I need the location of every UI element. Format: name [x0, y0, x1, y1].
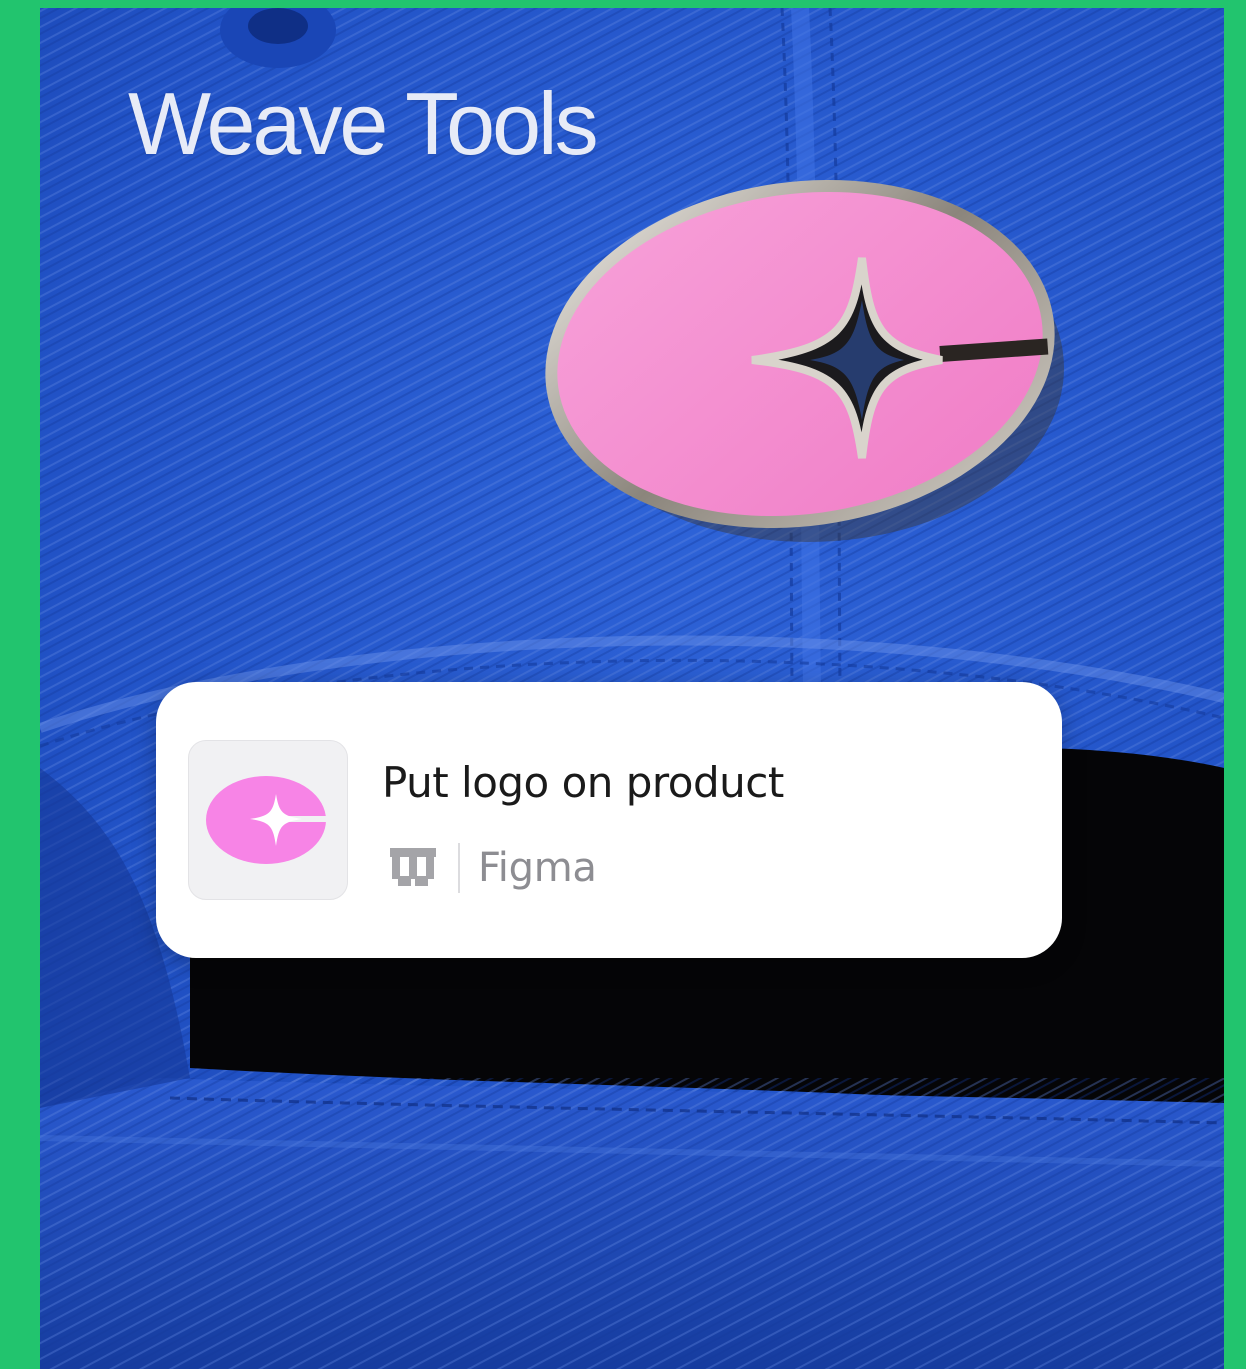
- task-meta: Figma: [390, 842, 597, 894]
- tool-name: Figma: [478, 845, 597, 891]
- weave-w-logo-icon: [390, 848, 436, 886]
- task-title: Put logo on product: [382, 758, 784, 807]
- task-card[interactable]: Put logo on product Figma: [156, 682, 1062, 958]
- brand-title: Weave Tools: [128, 74, 599, 173]
- task-thumbnail: [188, 740, 348, 900]
- meta-divider: [458, 843, 460, 893]
- pink-oval-star-logo-icon: [206, 776, 330, 864]
